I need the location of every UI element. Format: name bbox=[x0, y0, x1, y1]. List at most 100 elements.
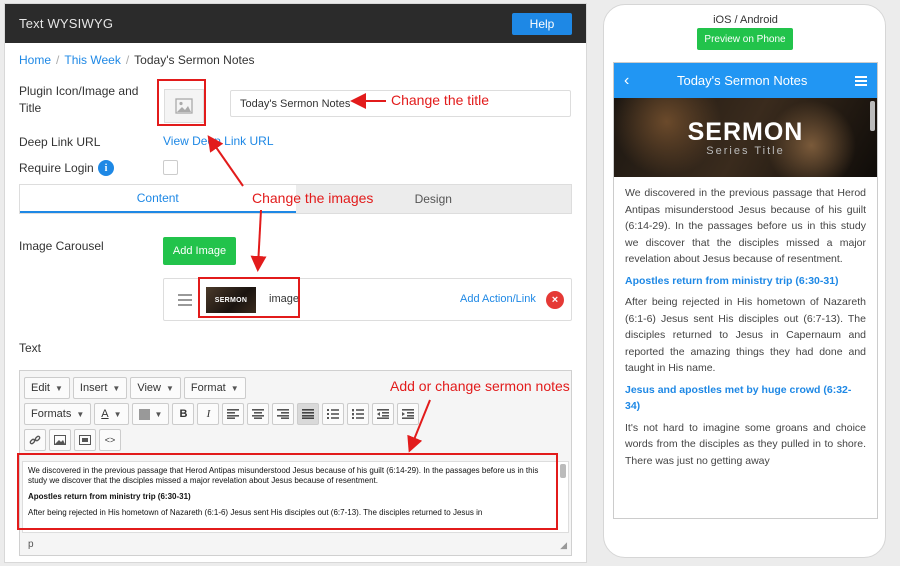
bullet-list-button[interactable] bbox=[322, 403, 345, 425]
insert-image-button[interactable] bbox=[49, 429, 71, 451]
annotation-change-images: Change the images bbox=[252, 190, 374, 206]
preview-on-phone-button[interactable]: Preview on Phone bbox=[697, 28, 793, 50]
notes-heading: Apostles return from ministry trip (6:30… bbox=[625, 274, 839, 287]
italic-button[interactable]: I bbox=[197, 403, 220, 425]
chevron-down-icon: ▼ bbox=[113, 409, 122, 419]
breadcrumb-separator: / bbox=[56, 53, 60, 67]
info-icon[interactable]: i bbox=[98, 160, 114, 176]
menu-edit-label: Edit bbox=[31, 382, 50, 394]
editor-title: Text WYSIWYG bbox=[19, 16, 114, 31]
annotation-box-carousel bbox=[198, 277, 300, 318]
app-bar-title: Today's Sermon Notes bbox=[676, 73, 808, 88]
align-left-icon bbox=[227, 409, 240, 419]
sermon-banner: SERMON Series Title bbox=[614, 98, 877, 177]
chevron-down-icon: ▼ bbox=[165, 383, 174, 393]
bold-button[interactable]: B bbox=[172, 403, 195, 425]
phone-screen: ‹ Today's Sermon Notes SERMON Series Tit… bbox=[613, 62, 878, 519]
image-icon bbox=[54, 435, 66, 445]
view-deep-link[interactable]: View Deep Link URL bbox=[163, 134, 274, 148]
align-right-icon bbox=[277, 409, 290, 419]
menu-insert-label: Insert bbox=[79, 382, 108, 394]
banner-subtitle: Series Title bbox=[706, 145, 785, 157]
code-icon: <> bbox=[104, 435, 116, 445]
menu-view-label: View bbox=[137, 382, 161, 394]
annotation-change-title: Change the title bbox=[391, 92, 490, 108]
phone-scrollbar[interactable] bbox=[870, 101, 875, 131]
numbered-list-button[interactable] bbox=[347, 403, 370, 425]
breadcrumb-current: Today's Sermon Notes bbox=[134, 53, 255, 67]
bold-icon: B bbox=[179, 408, 188, 420]
insert-toolbar: <> bbox=[24, 429, 121, 451]
phone-preview: iOS / Android Preview on Phone ‹ Today's… bbox=[603, 4, 886, 558]
notes-paragraph: After being rejected in His hometown of … bbox=[625, 296, 866, 374]
background-color-dropdown[interactable]: ▼ bbox=[131, 403, 170, 425]
plugin-icon-label: Plugin Icon/Image and Title bbox=[19, 84, 139, 115]
annotation-box-icon bbox=[157, 79, 206, 126]
breadcrumb-this-week[interactable]: This Week bbox=[64, 53, 120, 67]
notes-paragraph: We discovered in the previous passage th… bbox=[625, 187, 866, 265]
menu-view[interactable]: View ▼ bbox=[130, 377, 181, 399]
justify-icon bbox=[302, 409, 315, 419]
editor-scrollbar[interactable] bbox=[560, 464, 566, 478]
chevron-down-icon: ▼ bbox=[154, 409, 163, 419]
editor-header: Text WYSIWYG Help bbox=[5, 4, 586, 43]
menu-insert[interactable]: Insert ▼ bbox=[72, 377, 128, 399]
indent-icon bbox=[402, 409, 415, 419]
element-path: p bbox=[28, 539, 34, 550]
insert-media-button[interactable] bbox=[74, 429, 96, 451]
format-toolbar: Formats ▼ A ▼ ▼ B I bbox=[24, 403, 420, 425]
annotation-box-notes bbox=[17, 453, 558, 530]
back-arrow-icon[interactable]: ‹ bbox=[624, 72, 629, 90]
numbered-list-icon bbox=[352, 409, 365, 419]
link-button[interactable] bbox=[24, 429, 46, 451]
media-icon bbox=[79, 435, 91, 445]
menubar: Edit ▼ Insert ▼ View ▼ Format ▼ bbox=[24, 377, 246, 399]
font-color-icon: A bbox=[101, 408, 109, 420]
add-image-button[interactable]: Add Image bbox=[163, 237, 236, 265]
formats-dropdown[interactable]: Formats ▼ bbox=[24, 403, 92, 425]
notes-paragraph: It's not hard to imagine some groans and… bbox=[625, 421, 866, 467]
platform-label: iOS / Android bbox=[713, 14, 778, 26]
deep-link-label: Deep Link URL bbox=[19, 135, 101, 149]
chevron-down-icon: ▼ bbox=[230, 383, 239, 393]
screenshot-root: Text WYSIWYG Help Home / This Week / Today's… bbox=[0, 0, 900, 566]
image-carousel-label: Image Carousel bbox=[19, 239, 104, 253]
breadcrumb: Home / This Week / Today's Sermon Notes bbox=[19, 53, 255, 67]
breadcrumb-home[interactable]: Home bbox=[19, 53, 51, 67]
outdent-icon bbox=[377, 409, 390, 419]
bullet-list-icon bbox=[327, 409, 340, 419]
align-center-button[interactable] bbox=[247, 403, 270, 425]
notes-heading: Jesus and apostles met by huge crowd (6:… bbox=[625, 383, 852, 413]
help-button[interactable]: Help bbox=[512, 12, 572, 35]
align-left-button[interactable] bbox=[222, 403, 245, 425]
font-color-dropdown[interactable]: A ▼ bbox=[94, 403, 129, 425]
require-login-checkbox[interactable] bbox=[163, 160, 178, 175]
banner-title: SERMON bbox=[687, 118, 804, 146]
drag-handle-icon[interactable] bbox=[178, 294, 192, 309]
menu-edit[interactable]: Edit ▼ bbox=[24, 377, 70, 399]
require-login-label: Require Login bbox=[19, 161, 94, 175]
breadcrumb-separator: / bbox=[125, 53, 130, 67]
italic-icon: I bbox=[206, 408, 211, 420]
add-action-link[interactable]: Add Action/Link bbox=[460, 293, 536, 305]
indent-button[interactable] bbox=[397, 403, 420, 425]
app-bar: ‹ Today's Sermon Notes bbox=[614, 63, 877, 98]
outdent-button[interactable] bbox=[372, 403, 395, 425]
menu-format[interactable]: Format ▼ bbox=[183, 377, 246, 399]
menu-icon[interactable] bbox=[854, 74, 867, 88]
background-color-icon bbox=[138, 408, 150, 420]
menu-format-label: Format bbox=[190, 382, 226, 394]
text-label: Text bbox=[19, 341, 42, 355]
align-center-icon bbox=[252, 409, 265, 419]
chevron-down-icon: ▼ bbox=[112, 383, 121, 393]
formats-label: Formats bbox=[31, 408, 72, 420]
chevron-down-icon: ▼ bbox=[76, 409, 85, 419]
annotation-change-notes: Add or change sermon notes bbox=[390, 378, 570, 394]
justify-button[interactable] bbox=[297, 403, 320, 425]
sermon-notes-body: We discovered in the previous passage th… bbox=[614, 177, 877, 469]
align-right-button[interactable] bbox=[272, 403, 295, 425]
link-icon bbox=[29, 435, 41, 445]
source-code-button[interactable]: <> bbox=[99, 429, 121, 451]
remove-item-icon[interactable]: × bbox=[546, 291, 564, 309]
resize-handle-icon[interactable]: ◢ bbox=[560, 540, 567, 551]
